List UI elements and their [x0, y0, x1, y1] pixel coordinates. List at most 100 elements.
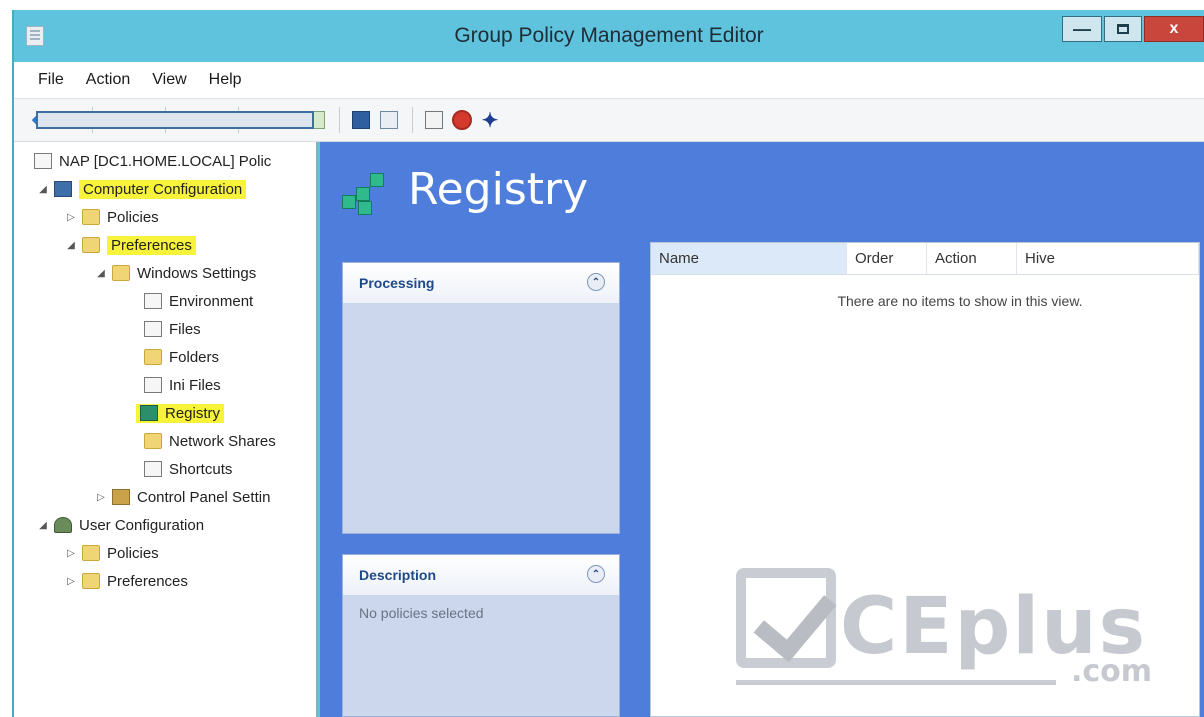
- tree-windows-settings[interactable]: ◢ Windows Settings: [94, 260, 256, 286]
- processing-panel: Processing ⌃: [342, 262, 620, 534]
- toolbar-separator: [339, 107, 340, 133]
- description-panel: Description ⌃ No policies selected: [342, 554, 620, 717]
- checkmark-icon: [736, 568, 836, 668]
- column-action[interactable]: Action: [927, 243, 1017, 274]
- policy-doc-icon: [34, 153, 52, 169]
- collapse-icon[interactable]: ◢: [36, 520, 50, 531]
- properties-icon[interactable]: [423, 109, 445, 131]
- environment-icon: [144, 293, 162, 309]
- close-button[interactable]: x: [1144, 16, 1204, 42]
- folder-icon: [82, 209, 100, 225]
- tree-label: Policies: [107, 544, 159, 562]
- tree-control-panel-settings[interactable]: ▷ Control Panel Settin: [94, 484, 270, 510]
- tree-shortcuts[interactable]: Shortcuts: [126, 456, 232, 482]
- collapse-icon[interactable]: ⌃: [587, 565, 605, 583]
- watermark-suffix: .com: [1070, 654, 1152, 689]
- files-icon: [144, 321, 162, 337]
- tree-label: Network Shares: [169, 432, 276, 450]
- description-text: No policies selected: [359, 605, 484, 621]
- tree-label: Preferences: [107, 235, 196, 255]
- folders-icon: [144, 349, 162, 365]
- tree-label: Shortcuts: [169, 460, 233, 478]
- column-hive[interactable]: Hive: [1017, 243, 1199, 274]
- tree-label: Computer Configuration: [79, 179, 247, 199]
- registry-header: Registry: [340, 164, 588, 215]
- expand-icon[interactable]: ▷: [64, 576, 78, 587]
- stop-icon[interactable]: [451, 109, 473, 131]
- tree-registry[interactable]: Registry: [118, 400, 225, 426]
- tree-folders[interactable]: Folders: [126, 344, 219, 370]
- collapse-icon[interactable]: ◢: [36, 184, 50, 195]
- tree-network-shares[interactable]: Network Shares: [126, 428, 276, 454]
- tree-computer-configuration[interactable]: ◢ Computer Configuration: [36, 176, 247, 202]
- tree-environment[interactable]: Environment: [126, 288, 253, 314]
- toolbar-separator: [412, 107, 413, 133]
- help-icon[interactable]: [350, 109, 372, 131]
- tree-label: Preferences: [107, 572, 188, 590]
- tree-label: Policies: [107, 208, 159, 226]
- empty-message: There are no items to show in this view.: [837, 293, 1083, 309]
- computer-icon: [54, 181, 72, 197]
- tree-label: Ini Files: [169, 376, 221, 394]
- toolbar: ⬅ ➡ ✦: [14, 98, 1204, 142]
- user-icon: [54, 517, 72, 533]
- tree-ini-files[interactable]: Ini Files: [126, 372, 221, 398]
- minimize-button[interactable]: —: [1062, 16, 1102, 42]
- collapse-icon[interactable]: ◢: [64, 240, 78, 251]
- maximize-icon: [1117, 24, 1129, 34]
- tree-label: User Configuration: [79, 516, 205, 534]
- tree-root[interactable]: NAP [DC1.HOME.LOCAL] Polic: [34, 148, 271, 174]
- shortcut-icon: [144, 461, 162, 477]
- registry-icon: [340, 165, 390, 215]
- tree-user-preferences[interactable]: ▷ Preferences: [64, 568, 188, 594]
- window-title: Group Policy Management Editor: [454, 24, 764, 47]
- tree-files[interactable]: Files: [126, 316, 201, 342]
- column-name[interactable]: Name: [651, 243, 847, 274]
- page-title: Registry: [408, 164, 589, 215]
- network-share-icon: [144, 433, 162, 449]
- watermark-underline: [736, 680, 1056, 685]
- add-icon[interactable]: ✦: [479, 109, 501, 132]
- maximize-button[interactable]: [1104, 16, 1142, 42]
- registry-icon: [140, 405, 158, 421]
- tree-label: Windows Settings: [137, 264, 257, 282]
- registry-highlight: Registry: [136, 403, 225, 423]
- show-pane-icon[interactable]: [378, 109, 400, 131]
- tree-preferences[interactable]: ◢ Preferences: [64, 232, 196, 258]
- list-header: Name Order Action Hive: [651, 243, 1199, 275]
- processing-header[interactable]: Processing ⌃: [343, 263, 619, 303]
- column-order[interactable]: Order: [847, 243, 927, 274]
- tree-label: Environment: [169, 292, 254, 310]
- watermark-logo: CEplus .com: [736, 568, 1156, 698]
- show-hide-tree-icon[interactable]: [36, 109, 314, 131]
- tree-label: Files: [169, 320, 201, 338]
- title-bar: Group Policy Management Editor — x: [14, 10, 1204, 60]
- folder-icon: [82, 545, 100, 561]
- tree-root-label: NAP [DC1.HOME.LOCAL] Polic: [59, 152, 272, 170]
- expand-icon[interactable]: ▷: [64, 212, 78, 223]
- tree-label: Folders: [169, 348, 220, 366]
- ini-file-icon: [144, 377, 162, 393]
- tree-label: Registry: [165, 404, 221, 422]
- menu-file[interactable]: File: [38, 71, 64, 89]
- collapse-icon[interactable]: ◢: [94, 268, 108, 279]
- processing-body: [343, 303, 619, 323]
- menu-bar: File Action View Help: [14, 62, 1204, 98]
- tree-user-policies[interactable]: ▷ Policies: [64, 540, 159, 566]
- folder-icon: [82, 573, 100, 589]
- navigation-tree: NAP [DC1.HOME.LOCAL] Polic ◢ Computer Co…: [14, 142, 318, 717]
- description-title: Description: [359, 567, 437, 583]
- description-header[interactable]: Description ⌃: [343, 555, 619, 595]
- tree-label: Control Panel Settin: [137, 488, 271, 506]
- tree-user-configuration[interactable]: ◢ User Configuration: [36, 512, 204, 538]
- folder-icon: [112, 265, 130, 281]
- processing-title: Processing: [359, 275, 435, 291]
- menu-action[interactable]: Action: [86, 71, 130, 89]
- menu-view[interactable]: View: [152, 71, 186, 89]
- expand-icon[interactable]: ▷: [64, 548, 78, 559]
- menu-help[interactable]: Help: [209, 71, 242, 89]
- control-panel-icon: [112, 489, 130, 505]
- tree-policies[interactable]: ▷ Policies: [64, 204, 159, 230]
- expand-icon[interactable]: ▷: [94, 492, 108, 503]
- collapse-icon[interactable]: ⌃: [587, 273, 605, 291]
